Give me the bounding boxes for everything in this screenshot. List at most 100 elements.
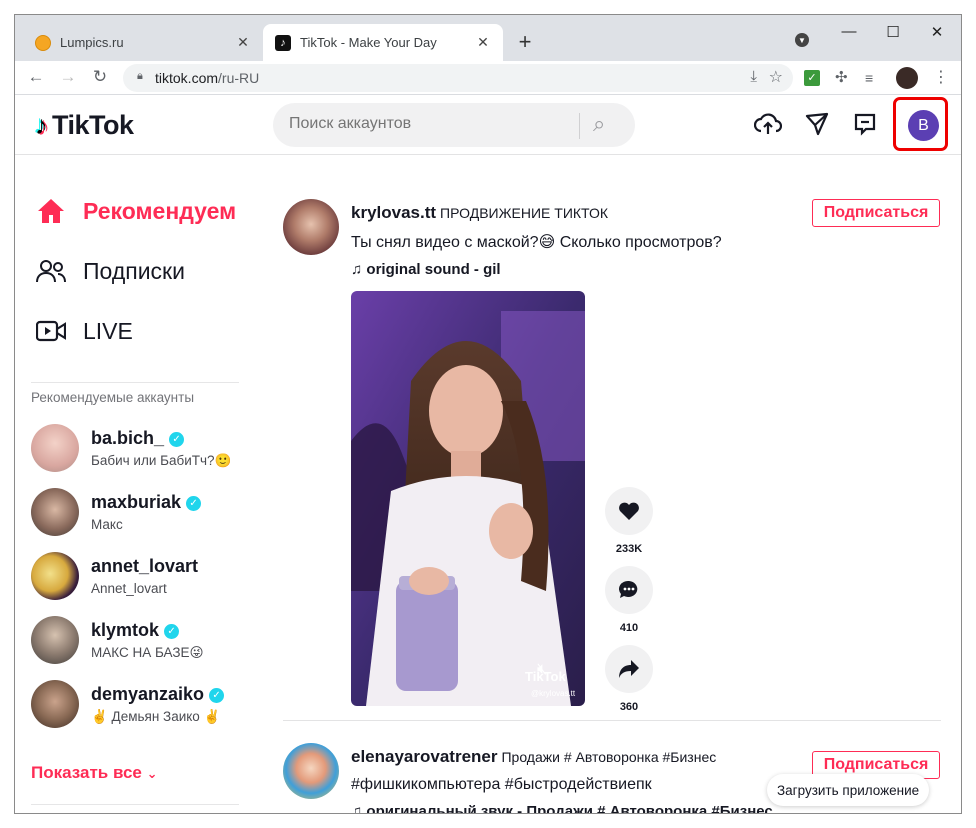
- post-sound[interactable]: ♫ оригинальный звук - Продажи # Автоворо…: [351, 803, 811, 813]
- profile-icon[interactable]: [896, 67, 918, 89]
- search-icon[interactable]: ⌕: [593, 111, 605, 137]
- suggested-account[interactable]: klymtok ✓ МАКС НА БАЗЕ😜: [31, 616, 251, 672]
- messages-send-icon[interactable]: [802, 109, 832, 139]
- post-author[interactable]: elenayarovatrener Продажи # Автоворонка #…: [351, 747, 811, 767]
- show-all-link[interactable]: Показать все ⌄: [31, 763, 158, 783]
- extension-check-icon[interactable]: ✓: [804, 70, 820, 86]
- sidebar-divider: [31, 382, 239, 383]
- avatar-highlight: B: [893, 97, 948, 151]
- mute-icon[interactable]: 🔇︎: [537, 661, 547, 679]
- post-meta: krylovas.tt ПРОДВИЖЕНИЕ ТИКТОК Ты снял ви…: [351, 203, 811, 278]
- account-nickname: Бабич или БабиТч?🙂: [91, 453, 232, 468]
- reload-icon[interactable]: ↻: [89, 67, 111, 87]
- like-count: 233K: [615, 543, 643, 555]
- forward-icon[interactable]: →: [57, 67, 79, 87]
- nav-live[interactable]: LIVE: [35, 316, 133, 346]
- post-nickname: Продажи # Автоворонка #Бизнес: [501, 749, 717, 765]
- logo-text: TikTok: [52, 110, 134, 140]
- users-icon: [35, 256, 67, 286]
- post-username[interactable]: krylovas.tt: [351, 203, 436, 222]
- tab-title: TikTok - Make Your Day: [300, 35, 437, 50]
- nav-label: Рекомендуем: [83, 197, 237, 224]
- upload-cloud-icon[interactable]: [753, 109, 783, 139]
- maximize-button[interactable]: ☐: [883, 23, 903, 41]
- nav-label: Подписки: [83, 257, 185, 284]
- post-sound[interactable]: ♫ original sound - gil: [351, 261, 811, 278]
- nav-following[interactable]: Подписки: [35, 256, 185, 286]
- video-watermark-user: @krylovas.tt: [531, 689, 576, 698]
- lock-icon: 🔒︎: [137, 70, 143, 82]
- bookmark-star-icon[interactable]: ☆: [769, 67, 783, 87]
- home-icon: [35, 196, 67, 226]
- video-frame-image: [351, 291, 585, 706]
- heart-icon[interactable]: [605, 487, 653, 535]
- post-meta: elenayarovatrener Продажи # Автоворонка #…: [351, 747, 811, 813]
- account-nickname: Макс: [91, 517, 123, 532]
- tiktok-logo[interactable]: ♪ TikTok: [35, 110, 134, 141]
- post-author[interactable]: krylovas.tt ПРОДВИЖЕНИЕ ТИКТОК: [351, 203, 811, 223]
- verified-badge-icon: ✓: [209, 688, 225, 703]
- account-avatar: [31, 488, 79, 536]
- comment-action[interactable]: 410: [605, 566, 653, 634]
- suggested-account[interactable]: maxburiak ✓ Макс: [31, 488, 251, 544]
- share-arrow-icon[interactable]: [605, 645, 653, 693]
- extensions-puzzle-icon[interactable]: ✣: [835, 70, 851, 86]
- menu-dots-icon[interactable]: ⋮: [933, 70, 949, 86]
- suggested-account[interactable]: annet_lovart Annet_lovart: [31, 552, 251, 608]
- comment-icon[interactable]: [605, 566, 653, 614]
- media-control-icon[interactable]: ≡: [865, 70, 881, 86]
- account-username: maxburiak ✓: [91, 492, 202, 513]
- minimize-button[interactable]: —: [839, 23, 859, 40]
- post-nickname: ПРОДВИЖЕНИЕ ТИКТОК: [440, 205, 609, 221]
- account-username: demyanzaiko ✓: [91, 684, 225, 705]
- close-tab-icon[interactable]: ✕: [475, 34, 491, 51]
- post-author-avatar[interactable]: [283, 199, 339, 255]
- music-note-icon: ♫: [351, 261, 367, 278]
- get-app-button[interactable]: Загрузить приложение: [767, 774, 930, 806]
- post-caption: Ты снял видео с маской?😅 Сколько просмот…: [351, 234, 722, 251]
- tiktok-favicon: ♪: [275, 34, 291, 51]
- video-player[interactable]: TikTok @krylovas.tt 🔇︎: [351, 291, 585, 706]
- verified-badge-icon: ✓: [186, 496, 202, 511]
- post-caption: #фишкикомпьютера #быстродействиепк: [351, 776, 652, 793]
- suggested-account[interactable]: ba.bich_ ✓ Бабич или БабиТч?🙂: [31, 424, 251, 480]
- chevron-down-icon: ⌄: [146, 766, 158, 781]
- like-action[interactable]: 233K: [605, 487, 653, 555]
- account-nickname: МАКС НА БАЗЕ😜: [91, 645, 204, 660]
- address-bar[interactable]: 🔒︎ tiktok.com/ru-RU ⤓ ☆: [123, 64, 793, 92]
- feed-post: krylovas.tt ПРОДВИЖЕНИЕ ТИКТОК Ты снял ви…: [283, 199, 941, 719]
- tab-tiktok[interactable]: ♪ TikTok - Make Your Day ✕: [263, 24, 503, 61]
- browser-toolbar: ← → ↻ 🔒︎ tiktok.com/ru-RU ⤓ ☆ ✓ ✣ ≡ ⋮: [15, 61, 961, 95]
- new-tab-button[interactable]: +: [513, 29, 537, 55]
- tab-strip: Lumpics.ru ✕ ♪ TikTok - Make Your Day ✕ …: [15, 15, 961, 61]
- inbox-icon[interactable]: [850, 109, 880, 139]
- suggested-accounts-title: Рекомендуемые аккаунты: [31, 390, 195, 405]
- post-username[interactable]: elenayarovatrener: [351, 747, 497, 766]
- user-avatar[interactable]: B: [908, 110, 939, 141]
- account-username: ba.bich_ ✓: [91, 428, 185, 449]
- tab-title: Lumpics.ru: [60, 35, 124, 50]
- account-avatar: [31, 616, 79, 664]
- follow-button[interactable]: Подписаться: [812, 199, 940, 227]
- live-icon: [35, 316, 67, 346]
- tab-lumpics[interactable]: Lumpics.ru ✕: [23, 24, 263, 61]
- nav-for-you[interactable]: Рекомендуем: [35, 196, 236, 226]
- share-count: 360: [619, 701, 639, 713]
- close-window-button[interactable]: ✕: [927, 23, 947, 41]
- account-username: annet_lovart: [91, 556, 199, 576]
- account-avatar: [31, 552, 79, 600]
- back-icon[interactable]: ←: [25, 67, 47, 87]
- nav-label: LIVE: [83, 317, 133, 344]
- search-input[interactable]: [289, 115, 569, 133]
- close-tab-icon[interactable]: ✕: [235, 34, 251, 51]
- verified-badge-icon: ✓: [169, 432, 185, 447]
- install-app-icon[interactable]: ⤓: [750, 68, 757, 85]
- tab-search-icon[interactable]: ▼: [795, 33, 809, 47]
- browser-window: Lumpics.ru ✕ ♪ TikTok - Make Your Day ✕ …: [14, 14, 962, 814]
- account-nickname: ✌️ Демьян Заико ✌️: [91, 709, 221, 724]
- post-author-avatar[interactable]: [283, 743, 339, 799]
- sidebar: Рекомендуем Подписки LIVE Рекомендуемые …: [15, 156, 255, 813]
- share-action[interactable]: 360: [605, 645, 653, 713]
- comment-count: 410: [619, 622, 639, 634]
- suggested-account[interactable]: demyanzaiko ✓ ✌️ Демьян Заико ✌️: [31, 680, 251, 736]
